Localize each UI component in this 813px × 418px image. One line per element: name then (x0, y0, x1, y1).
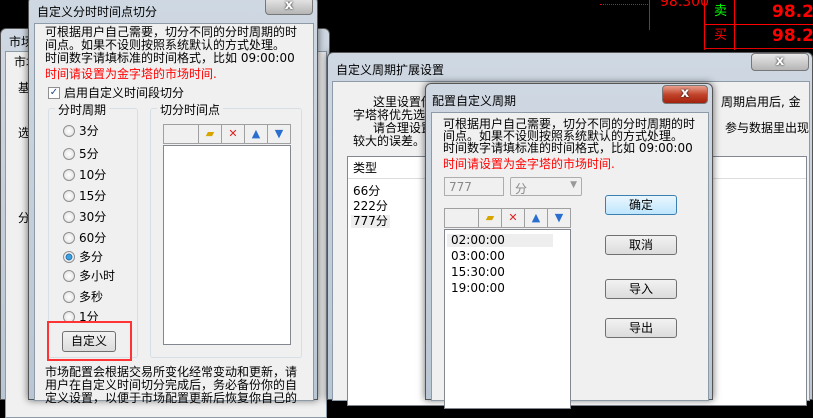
radio-label: 5分 (79, 147, 99, 161)
radio-label: 15分 (79, 189, 107, 203)
ok-button[interactable]: 确定 (605, 195, 677, 215)
folder-icon[interactable]: ▰ (478, 209, 501, 227)
delete-icon[interactable]: ✕ (221, 125, 244, 143)
unit-select-value: 分 (515, 182, 528, 196)
unit-select[interactable]: 分 ▼ (510, 177, 582, 196)
radio-multi-hour[interactable]: 多小时 (63, 267, 115, 284)
list-item[interactable]: 66分 (353, 185, 380, 198)
desc-line: 参与数据里出现 (725, 121, 810, 135)
radio-icon (63, 290, 75, 303)
list-item[interactable]: 222分 (353, 200, 388, 213)
cancel-button[interactable]: 取消 (605, 235, 677, 255)
enable-checkbox-label: 启用自定义时间段切分 (64, 86, 185, 100)
radio-30min[interactable]: 30分 (63, 208, 106, 225)
value-input[interactable]: 777 (444, 177, 504, 196)
radio-5min[interactable]: 5分 (63, 145, 99, 162)
time-split-dialog: 自定义分时时间点切分 x 可根据用户自己需要，切分不同的分时周期的时 间点。如果… (28, 0, 318, 405)
close-icon: x (284, 0, 294, 13)
radio-label: 多秒 (79, 290, 104, 304)
price-top: 98.300 (660, 0, 709, 10)
radio-icon (63, 231, 75, 244)
delete-icon[interactable]: ✕ (501, 209, 524, 227)
group-label: 切分时间点 (157, 101, 224, 118)
radio-label: 多分 (79, 250, 104, 264)
points-toolbar: ▰ ✕ ▲ ▼ (163, 124, 291, 144)
split-points-group: 切分时间点 ▰ ✕ ▲ ▼ (150, 101, 302, 358)
radio-15min[interactable]: 15分 (63, 187, 106, 204)
list-item[interactable]: 15:30:00 (451, 266, 505, 279)
close-button[interactable]: x (265, 0, 313, 15)
sell-label: 卖 (714, 4, 728, 19)
points-list[interactable] (163, 145, 291, 345)
custom-button[interactable]: 自定义 (62, 331, 116, 352)
radio-icon (63, 168, 75, 181)
dialog-body: 可根据用户自己需要，切分不同的分时周期的时 间点。如果不设则按照系统默认的方式处… (431, 112, 709, 409)
arrow-up-icon[interactable]: ▲ (524, 209, 547, 227)
radio-3min[interactable]: 3分 (63, 122, 99, 139)
close-button[interactable]: x (662, 85, 708, 104)
grid-line (704, 0, 705, 50)
desc-line: 时间数字请填标准的时间格式，比如 09:00:00 (45, 51, 295, 65)
radio-label: 3分 (79, 124, 99, 138)
import-button[interactable]: 导入 (605, 279, 677, 299)
close-button[interactable]: x (751, 53, 809, 71)
list-item[interactable]: 02:00:00 (447, 234, 553, 247)
arrow-down-icon[interactable]: ▼ (547, 209, 570, 227)
close-icon: x (680, 86, 690, 101)
period-group: 分时周期 3分 5分 10分 15分 30分 60分 多分 多小时 多秒 1分 … (47, 101, 138, 361)
radio-icon (63, 124, 75, 137)
arrow-down-icon[interactable]: ▼ (267, 125, 290, 143)
dialog-body: 可根据用户自己需要，切分不同的分时周期的时 间点。如果不设则按照系统默认的方式处… (34, 23, 314, 405)
list-item[interactable]: 19:00:00 (451, 282, 505, 295)
radio-selected-icon (63, 250, 75, 263)
folder-icon[interactable]: ▰ (198, 125, 221, 143)
desc-line: 时间数字请填标准的时间格式，比如 09:00:00 (443, 141, 693, 155)
radio-10min[interactable]: 10分 (63, 166, 106, 183)
warning-text: 时间请设置为金字塔的市场时间. (45, 67, 217, 81)
chevron-down-icon: ▼ (570, 180, 577, 190)
radio-multi-min[interactable]: 多分 (63, 248, 103, 265)
group-label: 分时周期 (55, 101, 110, 118)
radio-label: 30分 (79, 210, 107, 224)
radio-label: 10分 (79, 168, 107, 182)
dialog-title: 配置自定义周期 (432, 94, 517, 108)
column-header-type[interactable]: 类型 (353, 162, 377, 175)
close-icon: x (775, 54, 785, 69)
radio-icon (63, 269, 75, 282)
radio-label: 60分 (79, 231, 107, 245)
list-item[interactable]: 03:00:00 (451, 250, 505, 263)
footer-line: 定义设置，以便于市场配置更新后恢复你自己的 (45, 391, 298, 405)
radio-icon (63, 147, 75, 160)
dialog-title: 自定义周期扩展设置 (336, 63, 445, 77)
radio-icon (63, 189, 75, 202)
radio-icon (63, 210, 75, 223)
times-list[interactable]: 02:00:00 03:00:00 15:30:00 19:00:00 (444, 229, 571, 409)
dotted-line (600, 4, 650, 5)
enable-checkbox[interactable]: ✓ 启用自定义时间段切分 (48, 84, 184, 101)
warning-text: 时间请设置为金字塔的市场时间. (443, 157, 615, 171)
sell-price: 98.29 (772, 2, 813, 22)
grid-line (649, 0, 650, 30)
list-item[interactable]: 777分 (351, 215, 390, 228)
desc-line: 周期启用后, 金 (721, 95, 801, 109)
grid-line (704, 24, 813, 25)
checkbox-checked-icon[interactable]: ✓ (48, 86, 60, 99)
grid-line (734, 0, 735, 50)
export-button[interactable]: 导出 (605, 318, 677, 338)
dialog-title: 自定义分时时间点切分 (37, 5, 158, 19)
radio-multi-sec[interactable]: 多秒 (63, 288, 103, 305)
desc-line: 较大的误差。 (353, 134, 426, 148)
config-period-dialog: 配置自定义周期 x 可根据用户自己需要，切分不同的分时周期的时 间点。如果不设则… (425, 83, 713, 409)
quote-panel: 98.300 卖 98.29 买 98.29 (600, 0, 813, 60)
arrow-up-icon[interactable]: ▲ (244, 125, 267, 143)
radio-label: 多小时 (79, 269, 116, 283)
buy-label: 买 (714, 28, 728, 43)
times-toolbar: ▰ ✕ ▲ ▼ (444, 208, 571, 228)
buy-price: 98.29 (772, 26, 813, 46)
radio-60min[interactable]: 60分 (63, 229, 106, 246)
grid-line (704, 48, 813, 49)
